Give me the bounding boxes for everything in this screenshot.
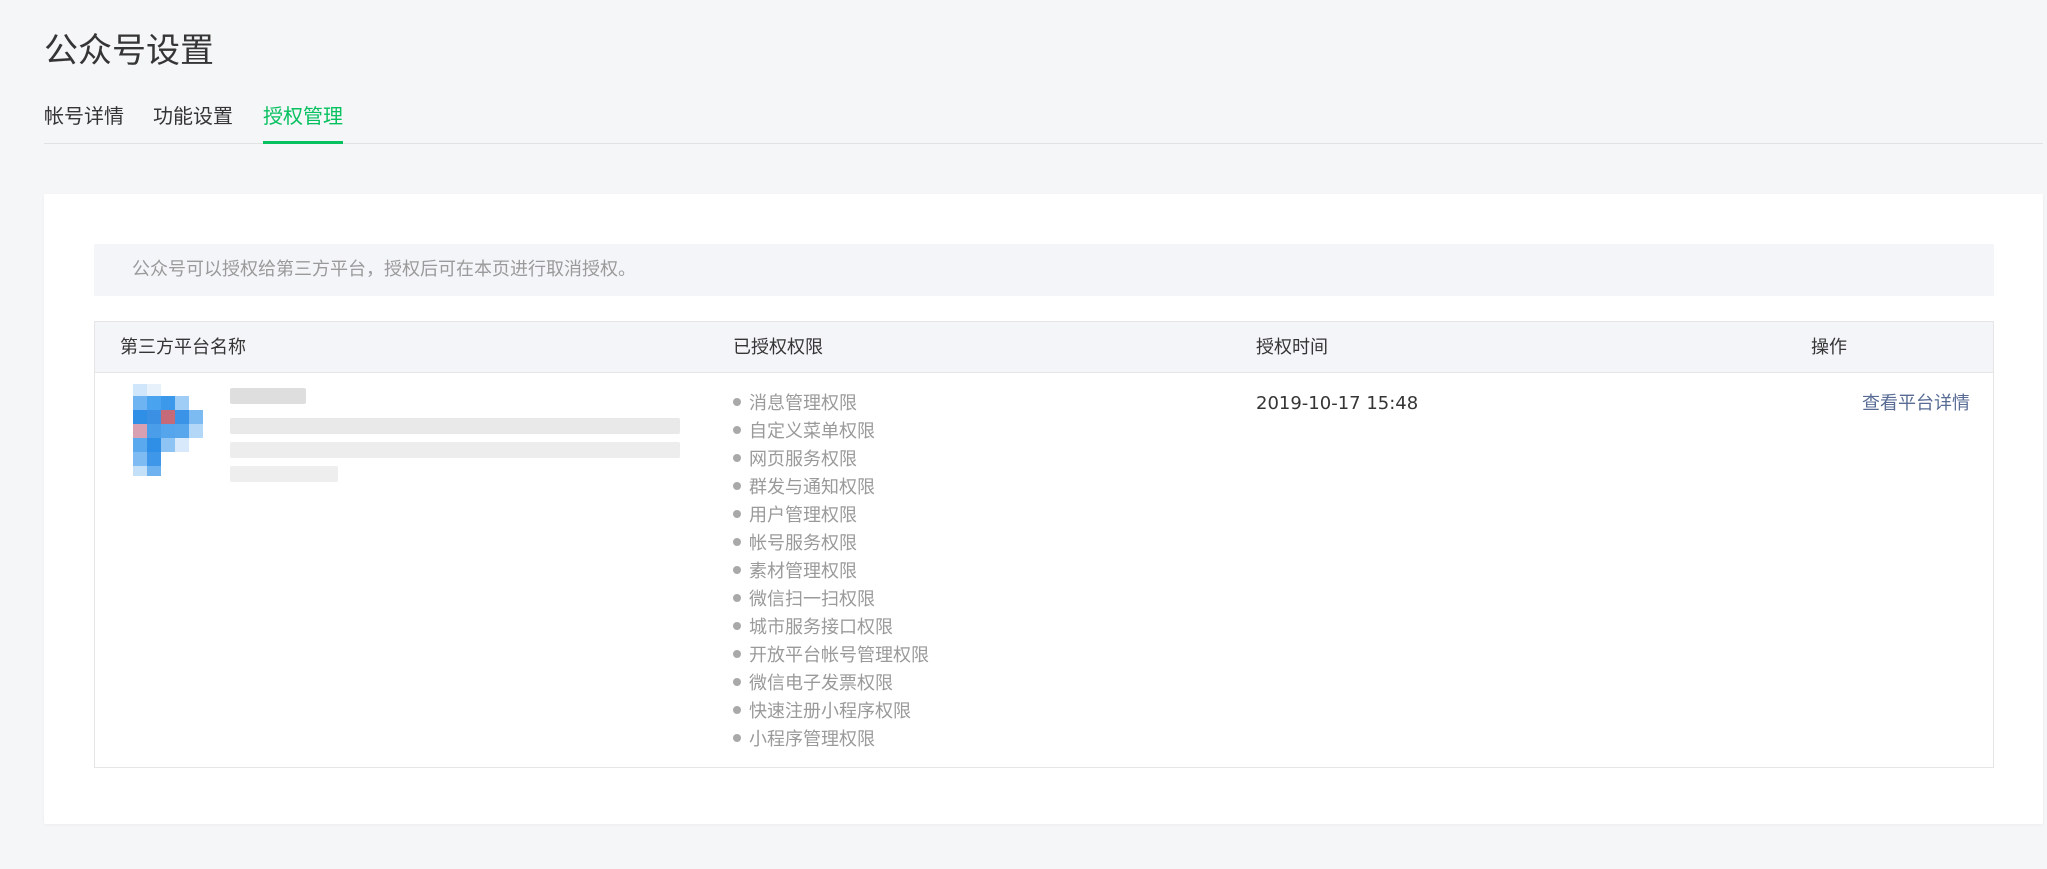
permission-item: 消息管理权限 — [733, 390, 929, 418]
auth-time: 2019-10-17 15:48 — [1256, 393, 1419, 414]
permission-item: 网页服务权限 — [733, 446, 929, 474]
platform-name-blurred — [230, 388, 690, 508]
authorization-notice: 公众号可以授权给第三方平台，授权后可在本页进行取消授权。 — [94, 244, 1994, 296]
page-title: 公众号设置 — [44, 31, 214, 71]
header-platform-name: 第三方平台名称 — [120, 337, 246, 358]
pixelated-platform-logo-icon — [133, 384, 203, 476]
permission-item: 微信电子发票权限 — [733, 670, 929, 698]
view-platform-details-link[interactable]: 查看平台详情 — [1862, 390, 1970, 418]
header-action: 操作 — [1811, 337, 1847, 358]
table-header: 第三方平台名称 已授权权限 授权时间 操作 — [95, 322, 1993, 373]
permission-item: 城市服务接口权限 — [733, 614, 929, 642]
table-row: 消息管理权限 自定义菜单权限 网页服务权限 群发与通知权限 用户管理权限 帐号服… — [95, 374, 1993, 768]
permission-item: 快速注册小程序权限 — [733, 698, 929, 726]
permission-item: 微信扫一扫权限 — [733, 586, 929, 614]
permission-item: 自定义菜单权限 — [733, 418, 929, 446]
tab-bar: 帐号详情 功能设置 授权管理 — [44, 96, 2043, 144]
permission-list: 消息管理权限 自定义菜单权限 网页服务权限 群发与通知权限 用户管理权限 帐号服… — [733, 390, 929, 754]
tab-authorization-management[interactable]: 授权管理 — [263, 96, 343, 144]
permission-item: 帐号服务权限 — [733, 530, 929, 558]
header-auth-time: 授权时间 — [1256, 337, 1328, 358]
page: 公众号设置 帐号详情 功能设置 授权管理 公众号可以授权给第三方平台，授权后可在… — [0, 0, 2047, 869]
permission-item: 小程序管理权限 — [733, 726, 929, 754]
permission-item: 群发与通知权限 — [733, 474, 929, 502]
tab-feature-settings[interactable]: 功能设置 — [153, 96, 233, 144]
tab-account-details[interactable]: 帐号详情 — [44, 96, 124, 144]
permission-item: 用户管理权限 — [733, 502, 929, 530]
authorization-card: 公众号可以授权给第三方平台，授权后可在本页进行取消授权。 第三方平台名称 已授权… — [44, 194, 2043, 824]
header-permissions: 已授权权限 — [733, 337, 823, 358]
authorization-table: 第三方平台名称 已授权权限 授权时间 操作 消息管理权限 自定义菜单权限 网页服… — [94, 321, 1994, 768]
permission-item: 开放平台帐号管理权限 — [733, 642, 929, 670]
permission-item: 素材管理权限 — [733, 558, 929, 586]
